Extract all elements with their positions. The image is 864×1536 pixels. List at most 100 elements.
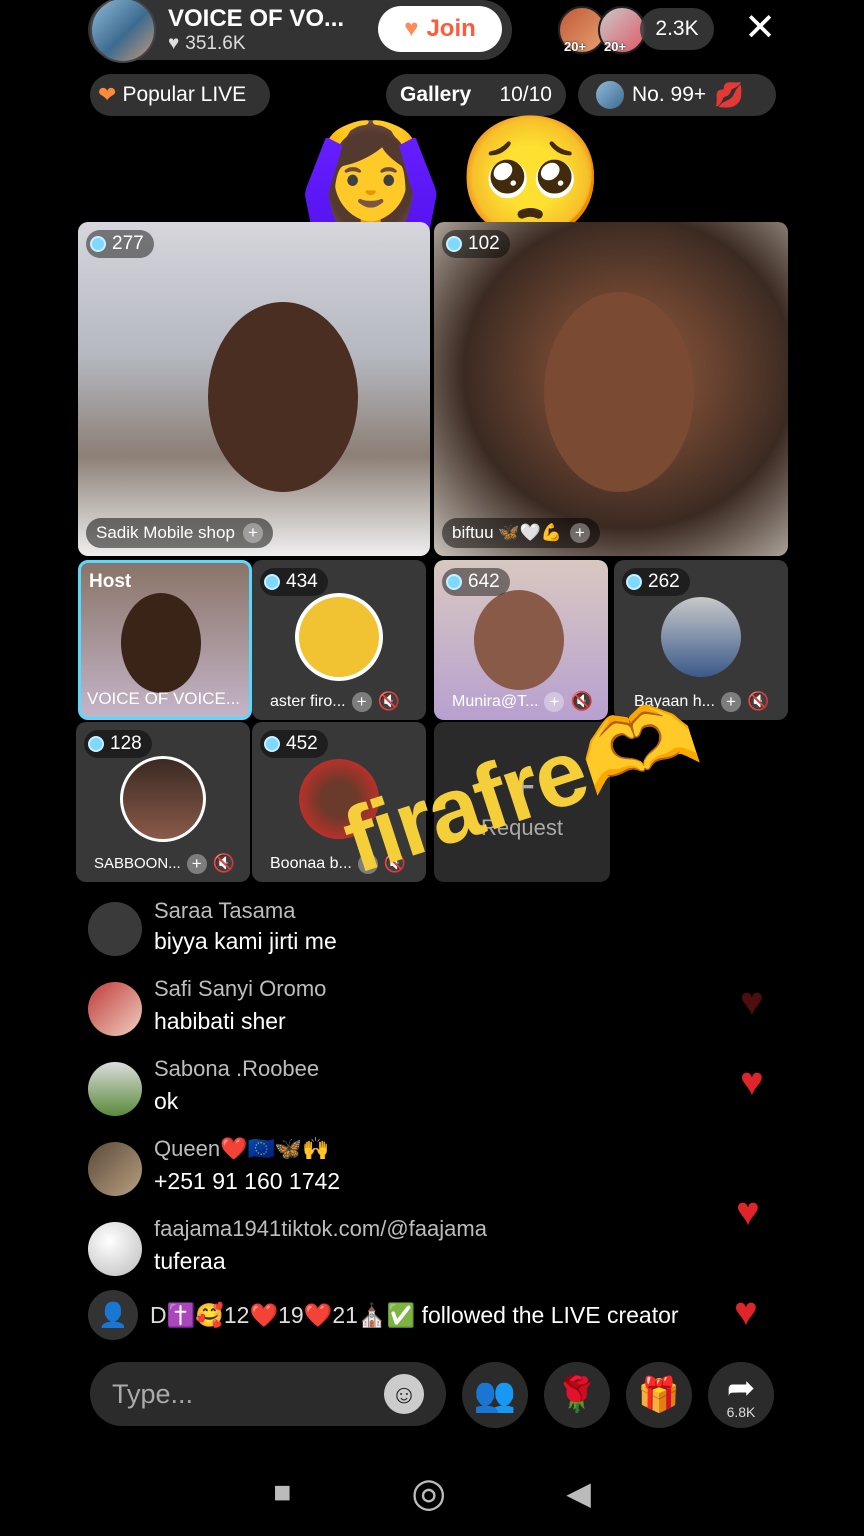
floating-heart-icon: ♥: [740, 1060, 764, 1104]
diamond-icon: [446, 236, 462, 252]
guest-avatar: [295, 592, 383, 681]
host-pill[interactable]: VOICE OF VO... ♥ 351.6K ♥ Join: [88, 0, 512, 63]
gallery-chip[interactable]: Gallery 10/10: [386, 74, 566, 116]
comment-input[interactable]: Type... ☺: [90, 1362, 446, 1426]
gift-count: 277: [112, 233, 144, 254]
heart-icon: ❤: [98, 82, 117, 107]
guest-tile[interactable]: 642 Munira@T... + 🔇: [434, 560, 608, 720]
comment-avatar[interactable]: [88, 982, 142, 1036]
viewer-count[interactable]: 2.3K: [640, 8, 714, 50]
mic-off-icon: 🔇: [377, 691, 400, 711]
guest-name-pill[interactable]: biftuu 🦋🤍💪 +: [442, 518, 600, 548]
follow-plus-icon[interactable]: +: [351, 691, 372, 712]
rose-gift-button[interactable]: 🌹: [544, 1362, 610, 1428]
share-count: 6.8K: [726, 1404, 756, 1420]
follow-plus-icon[interactable]: +: [242, 523, 263, 543]
guest-tile[interactable]: 434 aster firo... + 🔇: [252, 560, 426, 720]
guest-video: [208, 302, 358, 492]
home-circle-icon[interactable]: ◎: [411, 1470, 446, 1516]
gift-count-badge: 128: [84, 730, 152, 758]
join-label: Join: [426, 15, 476, 42]
comment-item[interactable]: Sabona .Roobee ok: [88, 1056, 768, 1126]
popular-live-chip[interactable]: ❤ Popular LIVE: [90, 74, 270, 116]
gift-count-badge: 452: [260, 730, 328, 758]
guest-avatar: [661, 596, 741, 677]
recents-square-icon[interactable]: ■: [273, 1476, 291, 1510]
follow-plus-icon[interactable]: +: [544, 691, 565, 712]
comment-avatar[interactable]: [88, 1222, 142, 1276]
comment-message: habibati sher: [154, 1008, 286, 1034]
diamond-icon: [264, 574, 280, 590]
rank-label: No. 99+: [632, 83, 707, 106]
comment-avatar[interactable]: [88, 902, 142, 956]
guest-tile[interactable]: 102 biftuu 🦋🤍💪 +: [434, 222, 788, 556]
mic-off-icon: 🔇: [212, 853, 236, 873]
comment-item[interactable]: faajama1941tiktok.com/@faajama tuferaa: [88, 1216, 768, 1286]
close-icon[interactable]: ✕: [740, 8, 780, 48]
comment-message: +251 91 160 1742: [154, 1168, 341, 1194]
comment-username: Saraa Tasama: [154, 898, 296, 923]
heart-icon: ♥: [168, 33, 180, 54]
comment-item[interactable]: Queen❤️🇪🇺🦋🙌 +251 91 160 1742: [88, 1136, 768, 1206]
comment-item[interactable]: Safi Sanyi Oromo habibati sher: [88, 976, 768, 1046]
follow-event-label: followed the LIVE creator: [421, 1301, 679, 1328]
follow-event-text: D✝️🥰12❤️19❤️21⛪✅ followed the LIVE creat…: [150, 1302, 679, 1329]
host-tile[interactable]: Host VOICE OF VOICE...: [78, 560, 252, 720]
user-follow-icon: 👤: [88, 1290, 138, 1340]
gift-count: 128: [110, 733, 142, 754]
emoji-icon[interactable]: ☺: [384, 1374, 424, 1414]
join-button[interactable]: ♥ Join: [378, 6, 502, 52]
lips-icon: 💋: [714, 81, 745, 109]
popular-live-label: Popular LIVE: [122, 83, 247, 106]
guest-tile[interactable]: 277 Sadik Mobile shop +: [78, 222, 430, 556]
gift-count: 102: [468, 233, 500, 254]
viewer-avatar[interactable]: 20+: [598, 6, 646, 54]
comment-username: Safi Sanyi Oromo: [154, 976, 327, 1001]
follow-plus-icon[interactable]: +: [569, 523, 590, 543]
guest-name-pill[interactable]: Sadik Mobile shop +: [86, 518, 273, 548]
diamond-icon: [446, 574, 462, 590]
guest-name: biftuu 🦋🤍💪: [452, 523, 562, 542]
host-avatar[interactable]: [90, 0, 156, 63]
guest-name: Sadik Mobile shop: [96, 523, 235, 542]
host-video: [121, 593, 201, 693]
follow-event: 👤 D✝️🥰12❤️19❤️21⛪✅ followed the LIVE cre…: [88, 1290, 768, 1340]
gallery-label: Gallery: [400, 83, 472, 106]
comment-item[interactable]: Saraa Tasama biyya kami jirti me: [88, 896, 768, 966]
guest-name: Boonaa b...: [270, 854, 352, 872]
multi-guest-button[interactable]: 👥: [462, 1362, 528, 1428]
viewer-badge: 20+: [604, 39, 627, 54]
follow-plus-icon[interactable]: +: [186, 853, 207, 874]
gift-button[interactable]: 🎁: [626, 1362, 692, 1428]
gift-icon: 🎁: [637, 1376, 681, 1414]
comment-avatar[interactable]: [88, 1062, 142, 1116]
guest-tile[interactable]: 128 SABBOON... + 🔇: [76, 722, 250, 882]
guest-name: aster firo...: [270, 692, 346, 710]
gift-count: 452: [286, 733, 318, 754]
gift-count-badge: 277: [86, 230, 154, 258]
mic-off-icon: 🔇: [746, 691, 770, 711]
rose-icon: 🌹: [555, 1376, 599, 1414]
follow-event-user: D✝️🥰12❤️19❤️21⛪✅: [150, 1301, 416, 1328]
guest-name-row: Munira@T... + 🔇: [452, 691, 593, 712]
follow-plus-icon[interactable]: +: [720, 691, 741, 712]
share-button[interactable]: ➦ 6.8K: [708, 1362, 774, 1428]
gift-count-badge: 434: [260, 568, 328, 596]
comment-avatar[interactable]: [88, 1142, 142, 1196]
guest-video: [544, 292, 694, 492]
comment-message: ok: [154, 1088, 179, 1114]
host-tile-name: VOICE OF VOICE...: [87, 689, 241, 708]
viewer-badge: 20+: [564, 39, 587, 54]
guests-icon: 👥: [473, 1376, 517, 1414]
floating-heart-icon: ♥: [740, 980, 764, 1024]
diamond-icon: [90, 236, 106, 252]
rank-chip[interactable]: No. 99+ 💋: [578, 74, 776, 116]
gallery-count: 10/10: [499, 83, 552, 106]
diamond-icon: [264, 736, 280, 752]
top-viewers[interactable]: 20+ 20+: [558, 6, 648, 54]
host-tag: Host: [89, 571, 132, 592]
gift-count-badge: 642: [442, 568, 510, 596]
back-triangle-icon[interactable]: ◀: [566, 1474, 591, 1512]
gift-count: 262: [648, 571, 680, 592]
rank-avatar: [596, 81, 624, 109]
